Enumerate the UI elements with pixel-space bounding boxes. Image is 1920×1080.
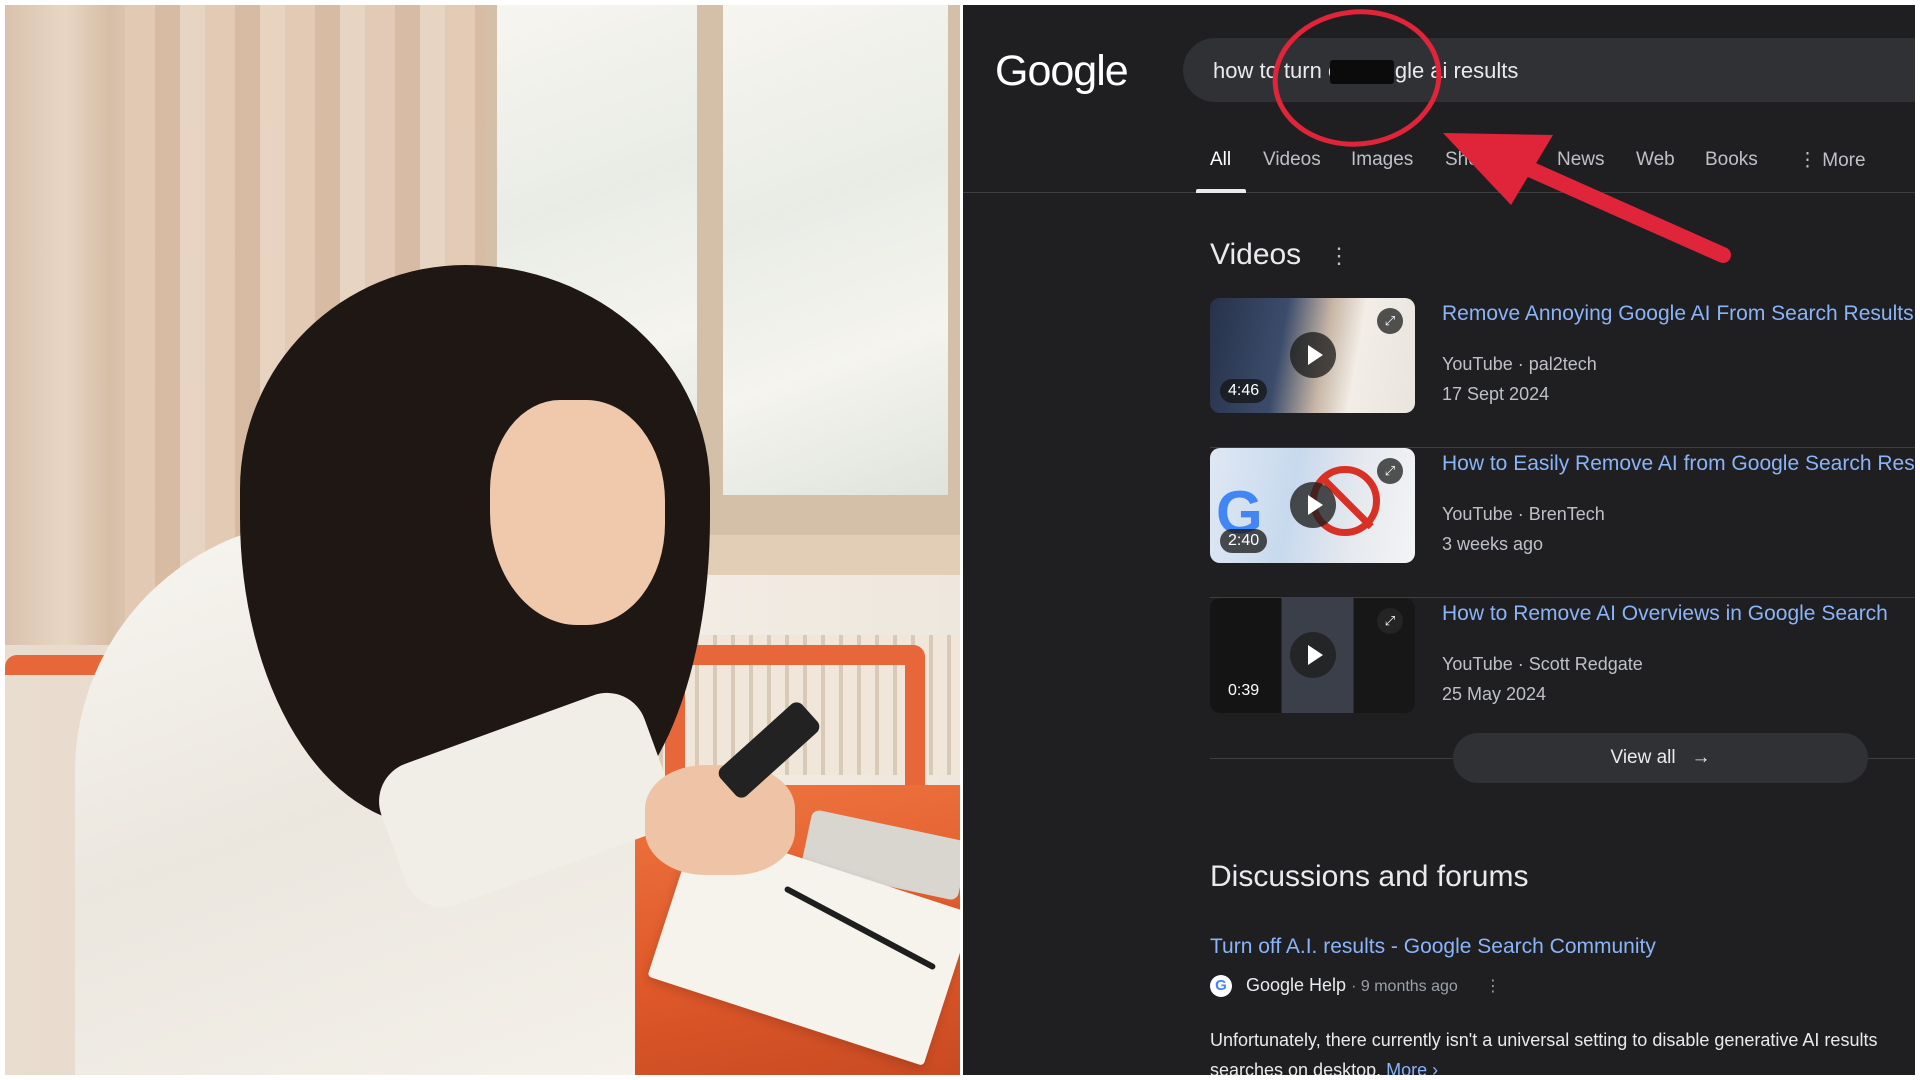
snippet-line: Unfortunately, there currently isn't a u… [1210, 1030, 1878, 1050]
video-date: 3 weeks ago [1442, 534, 1544, 554]
video-result[interactable]: G ⤢ 2:40 How to Easily Remove AI from Go… [1210, 448, 1915, 598]
expand-icon[interactable]: ⤢ [1377, 458, 1403, 484]
discussions-heading: Discussions and forums [1210, 860, 1529, 893]
play-icon [1290, 632, 1336, 678]
face [490, 400, 665, 625]
forum-source: G Google Help · 9 months ago ⋮ [1210, 975, 1501, 998]
tab-more-label: More [1822, 150, 1866, 171]
forum-result-link[interactable]: Turn off A.I. results - Google Search Co… [1210, 935, 1656, 959]
tab-news[interactable]: News [1557, 149, 1605, 171]
video-title-link[interactable]: How to Easily Remove AI from Google Sear… [1442, 452, 1915, 476]
view-all-button[interactable]: View all → [1453, 733, 1868, 783]
more-dots-icon: ⋮ [1798, 150, 1823, 171]
google-favicon-icon: G [1210, 975, 1232, 998]
google-search-screenshot: Google how to turn off google ai results… [963, 5, 1915, 1075]
video-duration: 2:40 [1220, 529, 1268, 553]
window-pane [723, 5, 948, 495]
video-source: YouTube · BrenTech [1442, 504, 1605, 524]
video-title-link[interactable]: Remove Annoying Google AI From Search Re… [1442, 302, 1914, 326]
snippet-text: searches on desktop. [1210, 1060, 1382, 1075]
hands [645, 765, 795, 875]
video-thumbnail[interactable]: ⤢ 0:39 [1210, 598, 1415, 713]
video-duration: 4:46 [1220, 379, 1268, 403]
video-duration: 0:39 [1220, 679, 1268, 703]
snippet-line: searches on desktop. More › [1210, 1055, 1915, 1075]
expand-icon[interactable]: ⤢ [1377, 308, 1403, 334]
tab-all[interactable]: All [1210, 149, 1231, 171]
search-input[interactable]: how to turn off google ai results [1183, 38, 1915, 102]
arrow-right-icon: → [1680, 747, 1711, 768]
play-icon [1290, 482, 1336, 528]
play-icon [1290, 332, 1336, 378]
video-thumbnail[interactable]: G ⤢ 2:40 [1210, 448, 1415, 563]
videos-menu-icon[interactable]: ⋮ [1328, 243, 1350, 269]
redaction-bar [1330, 60, 1394, 84]
google-logo[interactable]: Google [995, 47, 1129, 96]
video-thumbnail[interactable]: ⤢ 4:46 [1210, 298, 1415, 413]
active-tab-indicator [1196, 189, 1246, 193]
video-date: 25 May 2024 [1442, 684, 1547, 704]
tab-images[interactable]: Images [1351, 149, 1413, 171]
video-source: YouTube · Scott Redgate [1442, 654, 1643, 674]
video-result[interactable]: ⤢ 4:46 Remove Annoying Google AI From Se… [1210, 298, 1915, 448]
video-result[interactable]: ⤢ 0:39 How to Remove AI Overviews in Goo… [1210, 598, 1915, 748]
stock-photo-woman-with-phone [5, 5, 960, 1075]
more-link[interactable]: More › [1386, 1060, 1438, 1075]
tab-web[interactable]: Web [1636, 149, 1675, 171]
result-menu-icon[interactable]: ⋮ [1485, 978, 1501, 995]
tab-videos[interactable]: Videos [1263, 149, 1321, 171]
forum-age: · 9 months ago [1351, 978, 1458, 995]
tab-shopping[interactable]: Shopping [1445, 149, 1525, 171]
forum-site[interactable]: Google Help [1246, 975, 1346, 995]
video-date: 17 Sept 2024 [1442, 384, 1550, 404]
tab-more[interactable]: ⋮ More [1798, 149, 1866, 172]
video-title-link[interactable]: How to Remove AI Overviews in Google Sea… [1442, 602, 1888, 626]
tab-books[interactable]: Books [1705, 149, 1758, 171]
video-source: YouTube · pal2tech [1442, 354, 1597, 374]
forum-snippet: Unfortunately, there currently isn't a u… [1210, 1025, 1915, 1075]
videos-heading: Videos [1210, 238, 1302, 271]
search-tabs: All Videos Images Shopping News Web Book… [963, 135, 1915, 193]
expand-icon[interactable]: ⤢ [1377, 608, 1403, 634]
view-all-label: View all [1610, 747, 1676, 768]
